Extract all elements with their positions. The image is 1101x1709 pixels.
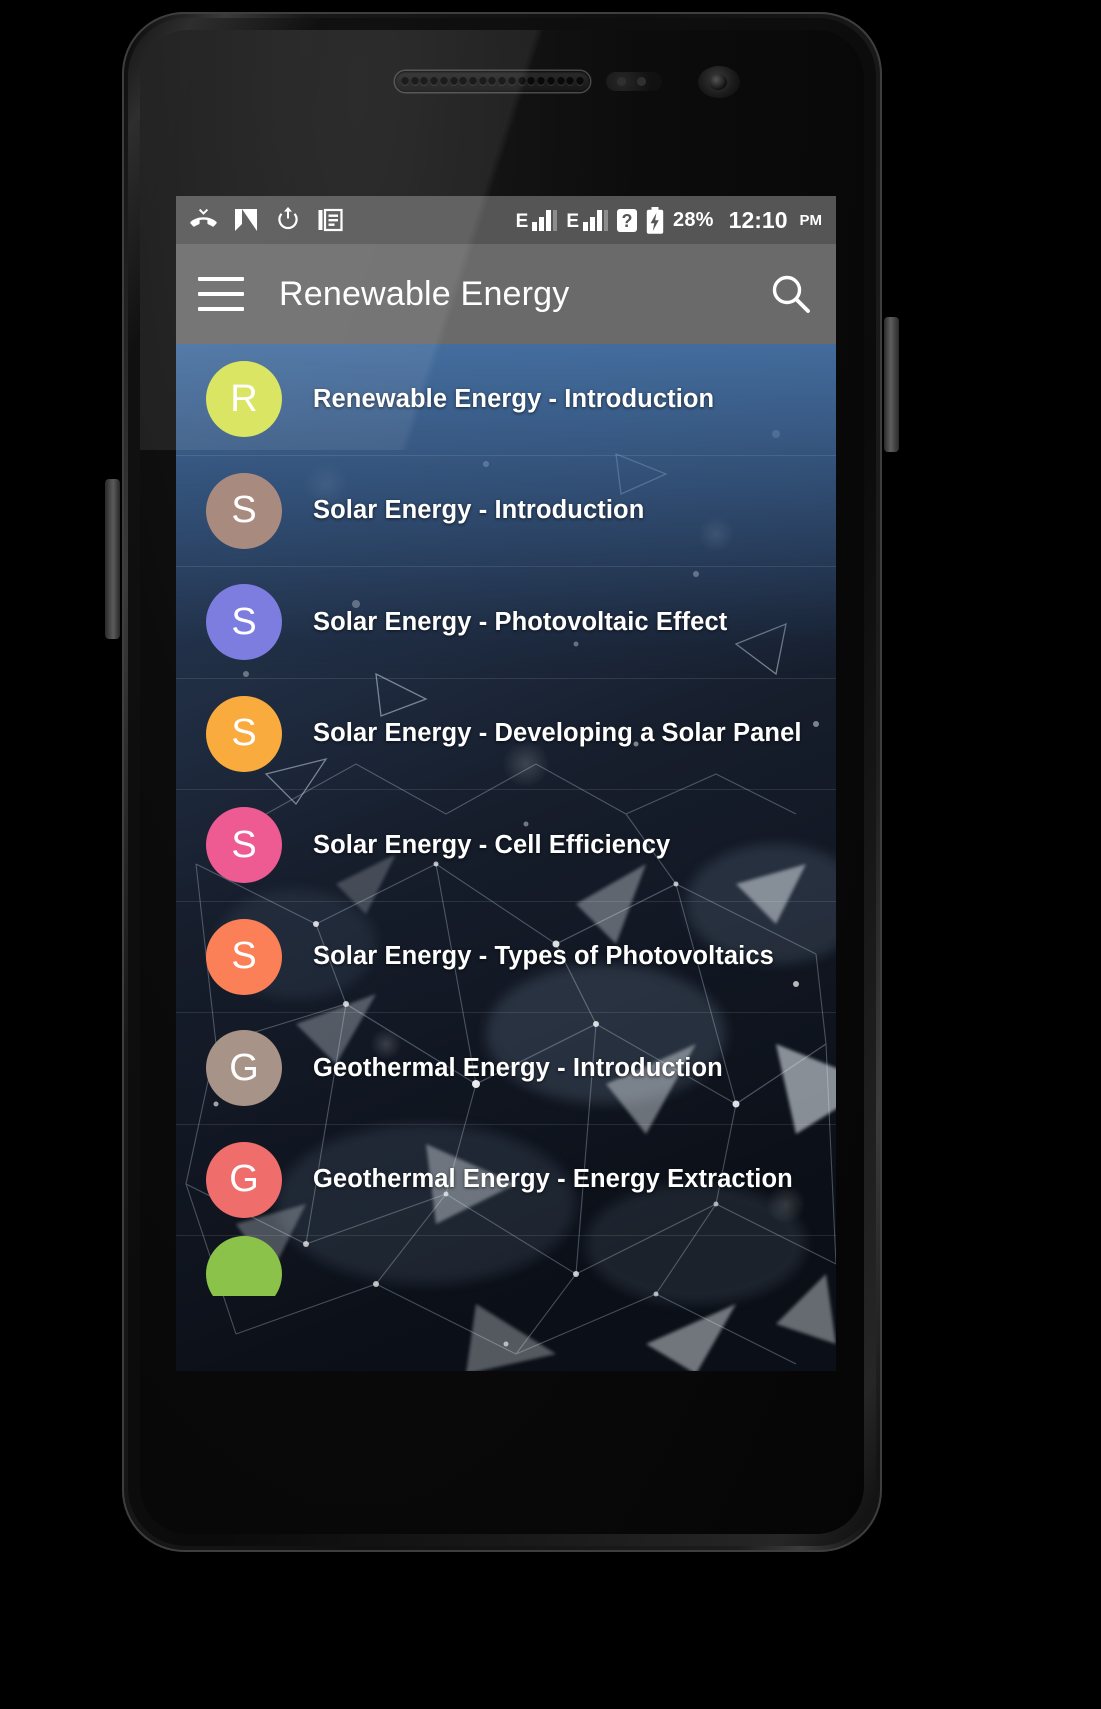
hamburger-menu-icon[interactable] (198, 277, 244, 311)
sim1-network-label: E (515, 211, 529, 232)
avatar (206, 1236, 282, 1296)
list-item[interactable]: R Renewable Energy - Introduction (176, 344, 836, 456)
question-mark-icon: ? (617, 208, 638, 232)
lesson-list: R Renewable Energy - Introduction S Solar E… (176, 344, 836, 1296)
list-item[interactable]: S Solar Energy - Introduction (176, 456, 836, 567)
list-item[interactable] (176, 1236, 836, 1296)
list-item-title: Renewable Energy - Introduction (313, 384, 715, 413)
list-item-title: Solar Energy - Introduction (313, 496, 645, 525)
list-item-title: Solar Energy - Cell Efficiency (313, 830, 671, 859)
front-camera (698, 66, 740, 98)
avatar: G (206, 1030, 282, 1107)
app-toolbar: Renewable Energy (176, 244, 836, 344)
search-icon[interactable] (768, 271, 814, 317)
list-item-title: Geothermal Energy - Energy Extraction (313, 1165, 793, 1194)
list-item[interactable]: S Solar Energy - Cell Efficiency (176, 790, 836, 902)
battery-charging-icon (646, 206, 664, 234)
list-item-title: Solar Energy - Developing a Solar Panel (313, 719, 802, 748)
avatar: G (206, 1141, 282, 1218)
avatar: S (206, 918, 282, 995)
avatar: S (206, 807, 282, 884)
avatar: S (206, 695, 282, 772)
content-list-area: R Renewable Energy - Introduction S Solar E… (176, 344, 836, 1371)
list-item[interactable]: G Geothermal Energy - Energy Extraction (176, 1125, 836, 1236)
list-item-title: Solar Energy - Photovoltaic Effect (313, 607, 728, 636)
sim2-signal-icon (583, 210, 609, 231)
clock-ampm: PM (799, 211, 823, 229)
nova-n-icon (235, 209, 257, 231)
missed-call-icon (190, 208, 217, 227)
list-item[interactable]: S Solar Energy - Photovoltaic Effect (176, 567, 836, 679)
list-item-title: Solar Energy - Types of Photovoltaics (313, 942, 774, 971)
avatar: R (206, 361, 282, 438)
status-bar-left-icons (190, 207, 343, 233)
power-button[interactable] (884, 317, 899, 452)
svg-text:?: ? (622, 211, 633, 231)
proximity-sensor (606, 72, 662, 91)
status-bar-right-icons: E E ? 28% 12:10 PM (516, 206, 823, 234)
app-screen: E E ? 28% 12:10 PM Renewable Energy R Re… (176, 196, 836, 1371)
avatar: S (206, 584, 282, 661)
volume-button[interactable] (105, 479, 120, 639)
earpiece-speaker (395, 71, 590, 92)
battery-percentage: 28% (673, 208, 714, 231)
avatar: S (206, 472, 282, 549)
sim2-network-label: E (566, 211, 580, 232)
list-item[interactable]: G Geothermal Energy - Introduction (176, 1013, 836, 1125)
power-restart-icon (278, 207, 298, 230)
sim1-signal-icon (532, 210, 558, 231)
sim2-indicator: E (566, 209, 609, 232)
document-list-icon (318, 208, 343, 232)
clock-time: 12:10 (728, 206, 788, 233)
list-item[interactable]: S Solar Energy - Types of Photovoltaics (176, 902, 836, 1013)
status-bar: E E ? 28% 12:10 PM (176, 196, 836, 244)
sim1-indicator: E (516, 209, 558, 231)
list-item-title: Geothermal Energy - Introduction (313, 1053, 723, 1082)
list-item[interactable]: S Solar Energy - Developing a Solar Panel (176, 679, 836, 790)
page-title: Renewable Energy (279, 274, 570, 313)
